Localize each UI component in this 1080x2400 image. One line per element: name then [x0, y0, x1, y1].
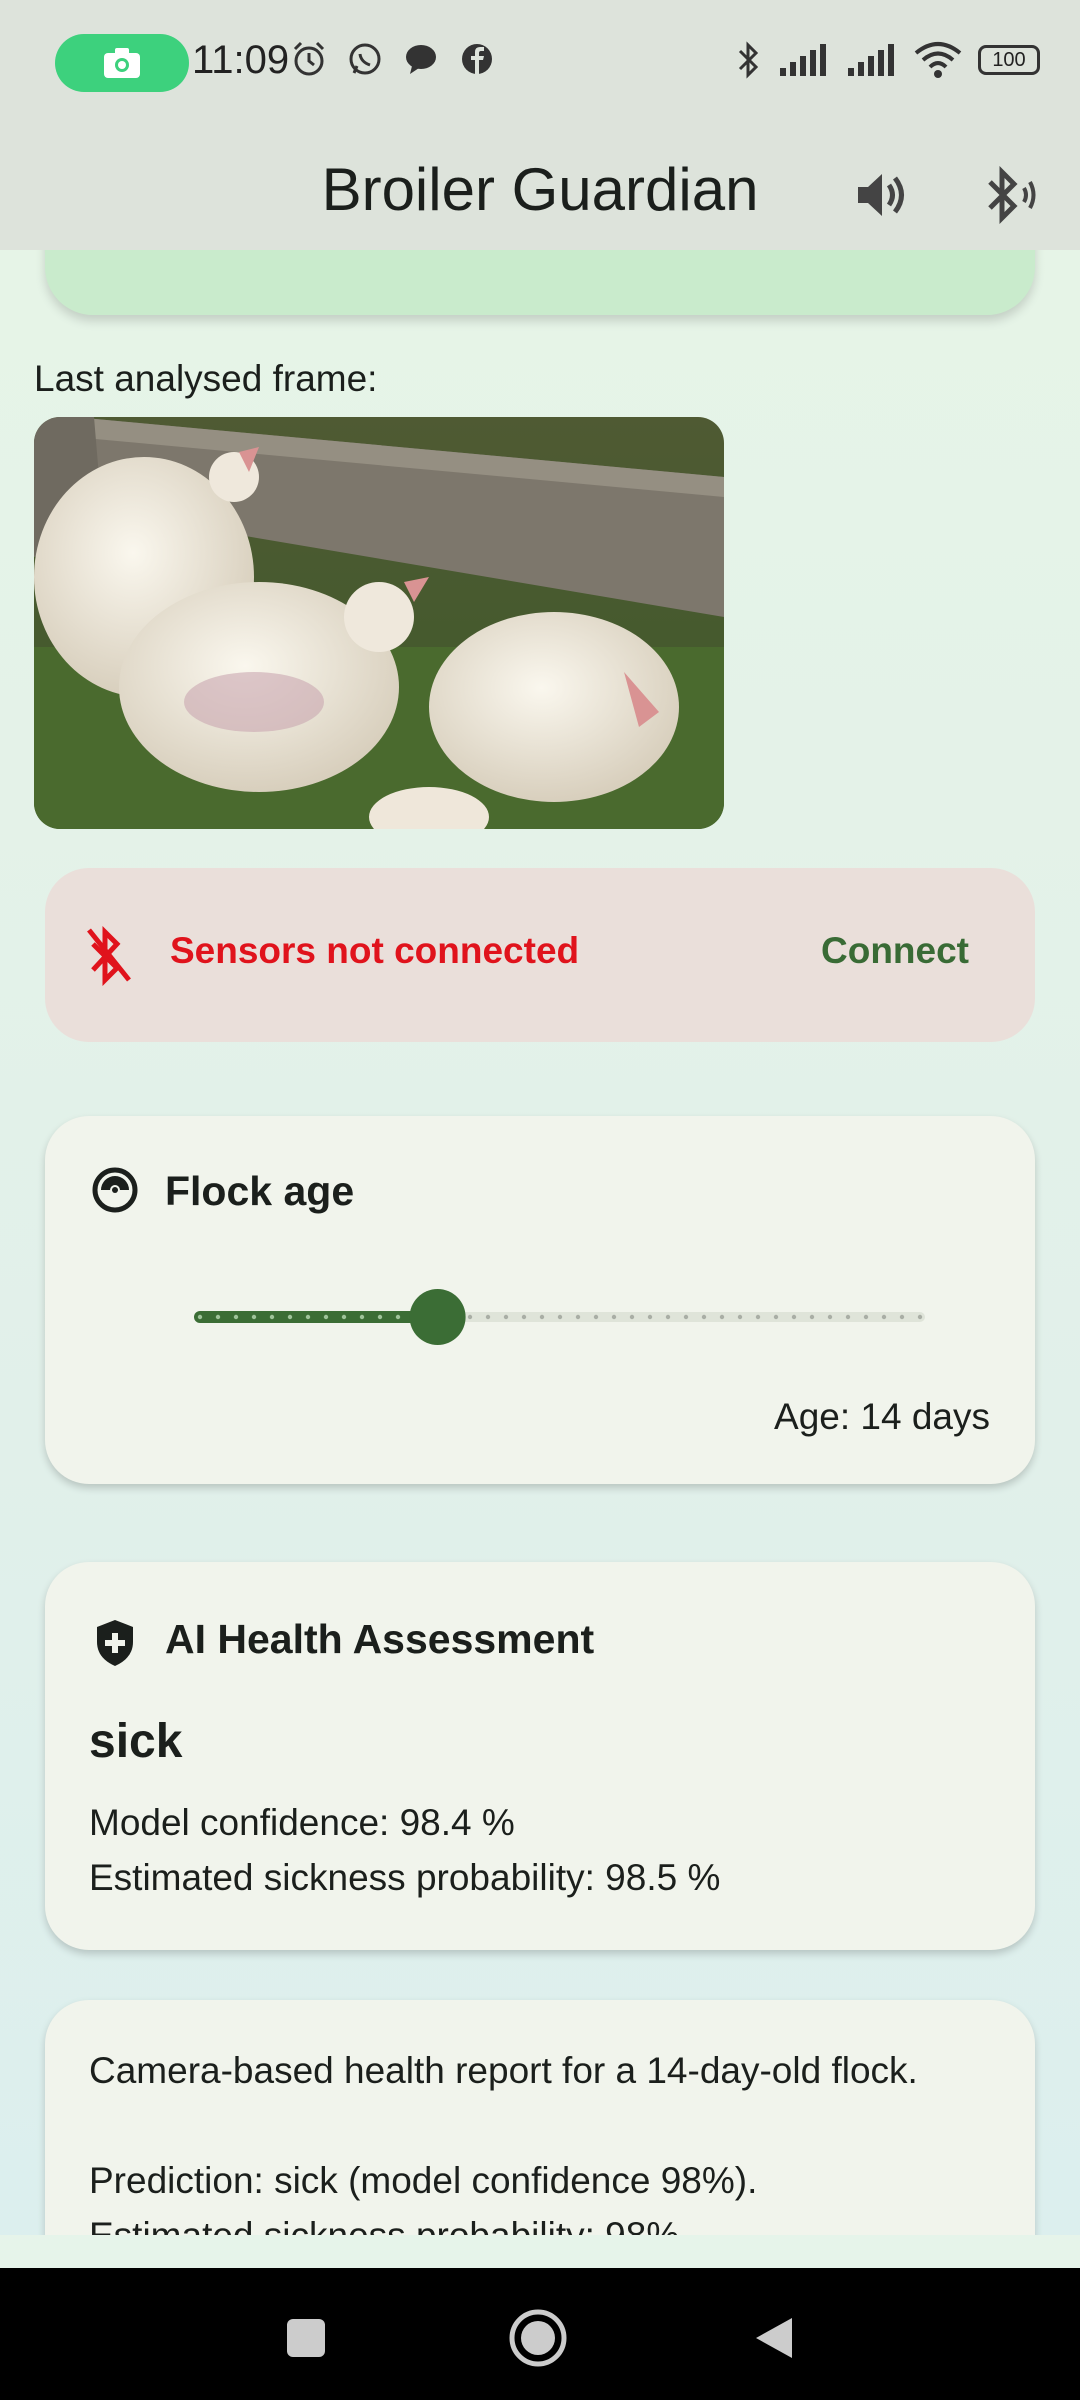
- sensor-status-text: Sensors not connected: [170, 930, 580, 971]
- screen-recording-indicator[interactable]: [55, 34, 189, 92]
- slider-tick: [197, 1314, 203, 1320]
- analysed-frame-image: [34, 417, 724, 829]
- slider-tick: [899, 1314, 905, 1320]
- sound-button[interactable]: [852, 165, 912, 225]
- bluetooth-disabled-icon: [87, 925, 131, 986]
- slider-tick: [215, 1314, 221, 1320]
- slider-tick: [881, 1314, 887, 1320]
- chat-bubble-icon: [406, 45, 436, 74]
- slider-tick: [575, 1314, 581, 1320]
- slider-tick: [359, 1314, 365, 1320]
- signal-icon: [780, 44, 826, 76]
- slider-tick: [503, 1314, 509, 1320]
- report-summary: Camera-based health report for a 14-day-…: [89, 2050, 918, 2091]
- shield-plus-icon: [97, 1620, 133, 1666]
- slider-tick: [251, 1314, 257, 1320]
- alarm-icon: [293, 41, 325, 76]
- sickness-probability: Estimated sickness probability: 98.5 %: [89, 1857, 721, 1898]
- health-report-card: Camera-based health report for a 14-day-…: [45, 2000, 1035, 2235]
- age-value-label: Age: 14 days: [774, 1396, 990, 1437]
- slider-tick: [917, 1314, 923, 1320]
- recents-button[interactable]: [276, 2308, 336, 2368]
- facebook-icon: [462, 44, 492, 74]
- slider-tick: [629, 1314, 635, 1320]
- frame-label: Last analysed frame:: [34, 358, 378, 399]
- app-title: Broiler Guardian: [321, 156, 759, 223]
- slider-tick: [863, 1314, 869, 1320]
- slider-tick: [809, 1314, 815, 1320]
- home-circle-icon: [509, 2309, 567, 2367]
- previous-card-edge: [45, 250, 1035, 315]
- slider-tick: [323, 1314, 329, 1320]
- camera-icon: [104, 48, 140, 78]
- flock-age-title: Flock age: [165, 1168, 355, 1214]
- slider-tick: [791, 1314, 797, 1320]
- slider-tick: [305, 1314, 311, 1320]
- slider-tick: [683, 1314, 689, 1320]
- back-triangle-icon: [756, 2318, 792, 2358]
- slider-thumb: [409, 1289, 466, 1345]
- model-confidence: Model confidence: 98.4 %: [89, 1802, 515, 1843]
- slider-tick: [737, 1314, 743, 1320]
- wifi-icon: [914, 42, 962, 78]
- status-bar: 11:09 100: [0, 0, 1080, 125]
- slider-tick: [845, 1314, 851, 1320]
- slider-tick: [557, 1314, 563, 1320]
- volume-icon: [858, 174, 904, 216]
- slider-tick: [593, 1314, 599, 1320]
- signal-icon-2: [848, 44, 894, 76]
- report-probability: Estimated sickness probability: 98%: [89, 2215, 679, 2235]
- sensor-status-card: Sensors not connected Connect: [45, 868, 1035, 1042]
- status-time: 11:09: [192, 38, 290, 82]
- app-bar: Broiler Guardian: [0, 125, 1080, 250]
- main-content[interactable]: Last analysed frame: Sensors not connect…: [0, 250, 1080, 2235]
- health-status: sick: [89, 1715, 183, 1768]
- slider-tick: [269, 1314, 275, 1320]
- slider-tick: [341, 1314, 347, 1320]
- slider-tick: [521, 1314, 527, 1320]
- slider-tick: [773, 1314, 779, 1320]
- slider-tick: [665, 1314, 671, 1320]
- slider-tick: [755, 1314, 761, 1320]
- slider-tick: [701, 1314, 707, 1320]
- report-prediction: Prediction: sick (model confidence 98%).: [89, 2160, 758, 2201]
- slider-tick: [377, 1314, 383, 1320]
- slider-tick: [467, 1314, 473, 1320]
- slider-tick: [395, 1314, 401, 1320]
- pie-chart-icon: [92, 1167, 138, 1213]
- ai-health-title: AI Health Assessment: [165, 1616, 595, 1662]
- square-icon: [287, 2319, 325, 2357]
- system-nav-bar: [0, 2268, 1080, 2400]
- bluetooth-searching-icon: [988, 166, 1036, 224]
- slider-tick: [611, 1314, 617, 1320]
- slider-tick: [485, 1314, 491, 1320]
- slider-tick: [647, 1314, 653, 1320]
- home-button[interactable]: [508, 2308, 568, 2368]
- slider-tick: [287, 1314, 293, 1320]
- slider-tick: [233, 1314, 239, 1320]
- bluetooth-search-button[interactable]: [982, 165, 1042, 225]
- whatsapp-icon: [349, 43, 381, 75]
- slider-tick: [539, 1314, 545, 1320]
- back-button[interactable]: [744, 2308, 804, 2368]
- slider-tick: [827, 1314, 833, 1320]
- age-slider[interactable]: [155, 1289, 925, 1345]
- slider-tick: [719, 1314, 725, 1320]
- connect-button[interactable]: Connect: [821, 930, 969, 972]
- battery-indicator: 100: [978, 45, 1040, 75]
- flock-age-card: Flock age Age: 14 days: [45, 1116, 1035, 1484]
- ai-health-card: AI Health Assessment sick Model confiden…: [45, 1562, 1035, 1950]
- bluetooth-icon: [738, 41, 759, 79]
